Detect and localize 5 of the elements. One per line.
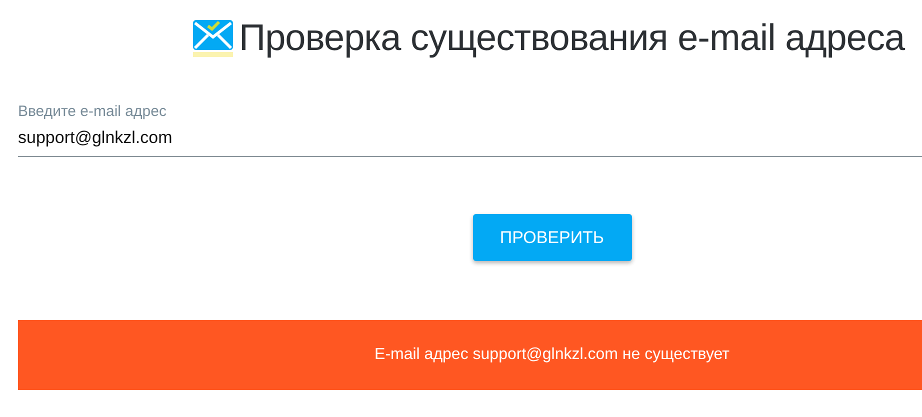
field-label: Введите e-mail адрес [18, 103, 168, 120]
email-field[interactable]: support@glnkzl.com [18, 128, 922, 157]
page-title: Проверка существования e-mail адреса [239, 17, 905, 59]
result-banner: E-mail адрес support@glnkzl.com не существует [18, 320, 922, 390]
envelope-check-icon [193, 19, 233, 57]
